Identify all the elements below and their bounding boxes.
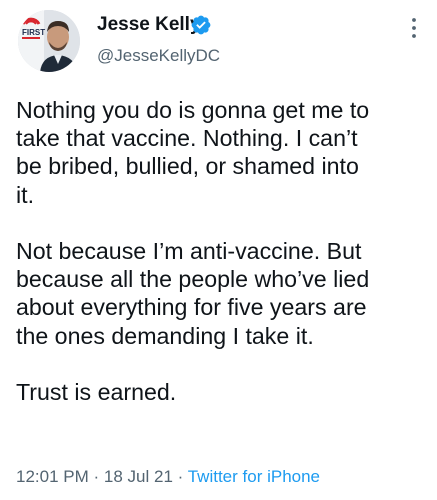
tweet-date[interactable]: 18 Jul 21	[104, 467, 173, 486]
author-handle[interactable]: @JesseKellyDC	[97, 46, 220, 66]
tweet-line: the ones demanding I take it.	[16, 322, 314, 349]
tweet-paragraph: Trust is earned.	[16, 378, 426, 406]
avatar[interactable]: FIRST	[18, 10, 80, 72]
author-name[interactable]: Jesse Kelly	[97, 14, 201, 36]
tweet-time[interactable]: 12:01 PM	[16, 467, 89, 486]
meta-separator: ·	[93, 467, 100, 486]
tweet-line: Trust is earned.	[16, 379, 177, 405]
tweet-paragraph: Not because I’m anti-vaccine. But becaus…	[16, 237, 426, 350]
tweet-line: it.	[16, 181, 35, 208]
tweet-line: take that vaccine. Nothing. I can’t	[16, 125, 358, 152]
tweet-line: because all the people who’ve lied	[16, 266, 370, 293]
tweet-line: be bribed, bullied, or shamed into	[16, 153, 359, 180]
meta-separator: ·	[177, 467, 184, 486]
more-options-icon[interactable]	[406, 14, 422, 44]
tweet-source-link[interactable]: Twitter for iPhone	[188, 467, 320, 486]
tweet-line: Not because I’m anti-vaccine. But	[16, 238, 362, 264]
verified-badge-icon	[191, 15, 211, 35]
tweet-line: Nothing you do is gonna get me to	[16, 97, 370, 123]
tweet-card: FIRST Jesse Kelly @JesseKellyDC Nothing …	[0, 0, 437, 500]
tweet-text: Nothing you do is gonna get me to take t…	[16, 96, 426, 434]
avatar-badge-text: FIRST	[22, 28, 45, 37]
tweet-line: about everything for five years are	[16, 294, 367, 321]
tweet-paragraph: Nothing you do is gonna get me to take t…	[16, 96, 426, 209]
tweet-meta: 12:01 PM · 18 Jul 21 · Twitter for iPhon…	[16, 467, 320, 487]
avatar-image: FIRST	[18, 10, 80, 72]
